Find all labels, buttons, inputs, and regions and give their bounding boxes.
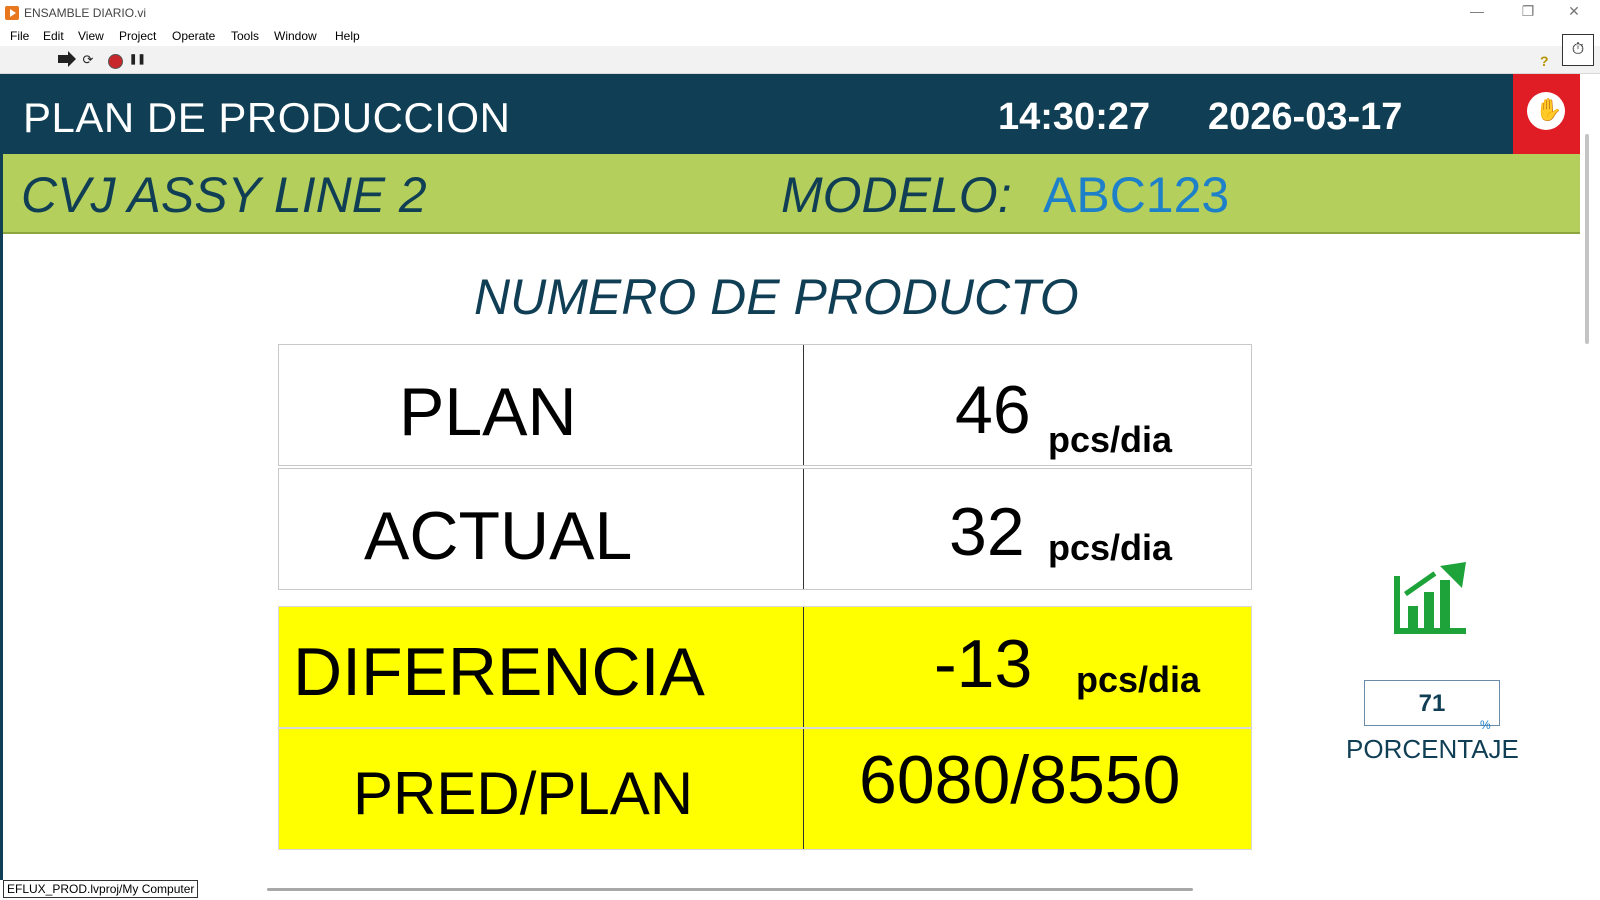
minimize-button[interactable]: — (1457, 3, 1497, 19)
menu-view[interactable]: View (78, 29, 104, 43)
project-path-status: EFLUX_PROD.lvproj/My Computer (3, 880, 199, 898)
header-bar: PLAN DE PRODUCCION 14:30:27 2026-03-17 (3, 74, 1580, 154)
run-continuously-icon[interactable]: ⟳ (80, 52, 96, 68)
diferencia-row: DIFERENCIA -13 pcs/dia (278, 606, 1252, 728)
vertical-scroll-thumb[interactable] (1585, 134, 1589, 344)
actual-unit: pcs/dia (1048, 527, 1173, 568)
row-divider (803, 607, 804, 727)
pred-plan-label: PRED/PLAN (353, 760, 694, 827)
page-title: PLAN DE PRODUCCION (23, 94, 511, 141)
vertical-scrollbar[interactable] (1580, 74, 1600, 880)
actual-label: ACTUAL (364, 498, 633, 574)
row-divider (803, 729, 804, 849)
row-divider (803, 469, 804, 589)
menu-help[interactable]: Help (335, 29, 360, 43)
abort-execution-icon[interactable] (108, 54, 123, 69)
menu-operate[interactable]: Operate (172, 29, 215, 43)
row-divider (803, 345, 804, 465)
plan-row: PLAN 46 pcs/dia (278, 344, 1252, 466)
plan-value: 46 (955, 372, 1031, 448)
actual-value: 32 (949, 494, 1025, 570)
close-button[interactable]: ✕ (1554, 3, 1594, 20)
window-title: ENSAMBLE DIARIO.vi (24, 6, 147, 20)
diferencia-value: -13 (934, 626, 1033, 702)
line-name: CVJ ASSY LINE 2 (21, 167, 427, 223)
bar-chart-icon[interactable] (1394, 562, 1466, 634)
percentage-unit: % (1480, 718, 1491, 732)
menu-edit[interactable]: Edit (43, 29, 64, 43)
diferencia-unit: pcs/dia (1076, 659, 1201, 700)
stop-button[interactable] (1513, 74, 1580, 154)
horizontal-scrollbar[interactable] (267, 888, 1193, 891)
percentage-label: PORCENTAJE (1346, 734, 1519, 764)
modelo-value: ABC123 (1043, 167, 1230, 223)
clock-time: 14:30:27 (998, 96, 1151, 138)
help-icon[interactable]: ? (1540, 53, 1549, 69)
subheader-bar: CVJ ASSY LINE 2 MODELO: ABC123 (3, 154, 1580, 234)
labview-app-icon (5, 6, 19, 20)
percentage-value: 71 (1418, 690, 1446, 717)
restore-button[interactable]: ❐ (1508, 3, 1548, 20)
stop-hand-icon (1527, 92, 1565, 130)
modelo-label: MODELO: (781, 167, 1012, 223)
toolbar: ⟳ ❚❚ ? (0, 46, 1600, 74)
pause-icon[interactable]: ❚❚ (129, 52, 146, 68)
section-title: NUMERO DE PRODUCTO (474, 269, 1079, 325)
menu-project[interactable]: Project (119, 29, 156, 43)
pred-plan-row: PRED/PLAN 6080/8550 (278, 728, 1252, 850)
plan-label: PLAN (399, 374, 577, 450)
plan-unit: pcs/dia (1048, 419, 1173, 460)
actual-row: ACTUAL 32 pcs/dia (278, 468, 1252, 590)
run-arrow-icon[interactable] (58, 51, 76, 67)
menu-window[interactable]: Window (274, 29, 317, 43)
diferencia-label: DIFERENCIA (293, 634, 705, 710)
menu-file[interactable]: File (10, 29, 29, 43)
vi-connector-icon: ⏱ (1562, 34, 1594, 66)
pred-plan-value: 6080/8550 (859, 742, 1181, 818)
window-titlebar: ENSAMBLE DIARIO.vi — ❐ ✕ (0, 0, 1600, 26)
menu-tools[interactable]: Tools (231, 29, 259, 43)
clock-date: 2026-03-17 (1208, 96, 1403, 138)
menu-bar: File Edit View Project Operate Tools Win… (0, 26, 1600, 46)
